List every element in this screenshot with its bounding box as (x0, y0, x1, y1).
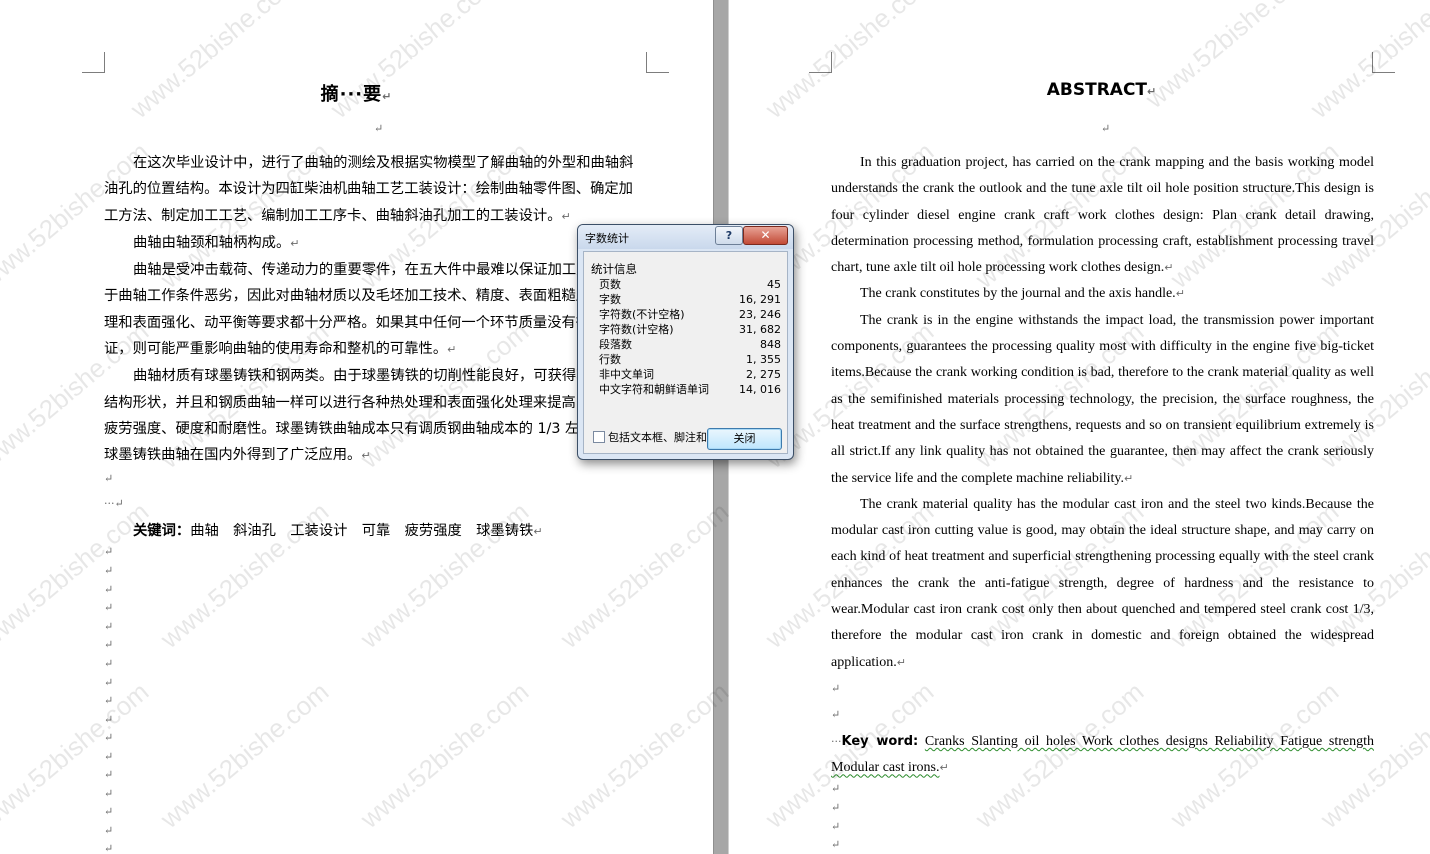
abstract-paragraph: The crank constitutes by the journal and… (860, 286, 1185, 302)
chinese-keywords[interactable]: 关键词：曲轴 斜油孔 工装设计 可靠 疲劳强度 球墨铸铁↵ (104, 518, 646, 545)
stat-row-paragraphs: 段落数 848 (599, 338, 781, 351)
stat-row-pages: 页数 45 (599, 278, 781, 291)
chinese-abstract-title: 摘···要↵ (320, 84, 393, 105)
help-button[interactable]: ? (715, 226, 743, 245)
checkbox-box[interactable] (593, 431, 605, 443)
abstract-paragraph: 曲轴由轴颈和轴柄构成。↵ (133, 234, 300, 251)
stat-row-lines: 行数 1, 355 (599, 353, 781, 366)
stat-row-words: 字数 16, 291 (599, 293, 781, 306)
close-button[interactable]: 关闭 (707, 428, 782, 450)
abstract-paragraph: The crank is in the engine withstands th… (831, 312, 1374, 486)
statistics-group-label: 统计信息 (591, 262, 637, 276)
paragraph-mark: ↵ (374, 122, 384, 135)
english-abstract-title: ABSTRACT↵ (1046, 80, 1157, 100)
chinese-abstract-body[interactable]: 在这次毕业设计中，进行了曲轴的测绘及根据实物模型了解曲轴的外型和曲轴斜油孔的位置… (104, 150, 646, 470)
abstract-paragraph: 曲轴是受冲击载荷、传递动力的重要零件，在五大件中最难以保证加工质量，由于曲轴工作… (104, 262, 634, 358)
crop-mark (1372, 52, 1395, 73)
keywords-label: 关键词： (133, 523, 191, 539)
dialog-title: 字数统计 (585, 232, 629, 245)
keywords-text: 曲轴 斜油孔 工装设计 可靠 疲劳强度 球墨铸铁 (190, 523, 534, 539)
close-icon[interactable]: ✕ (743, 226, 788, 245)
statistics-list: 页数 45 字数 16, 291 字符数(不计空格) 23, 246 字符数(计空格)… (599, 277, 781, 397)
word-count-dialog: 字数统计 ? ✕ 统计信息 页数 45 字数 16, 291 字符数(不计空格) 23… (577, 224, 794, 460)
crop-mark (82, 52, 105, 73)
keywords-label: Key word: (841, 734, 919, 749)
dialog-titlebar[interactable]: 字数统计 ? ✕ (578, 225, 793, 249)
crop-mark (646, 52, 669, 73)
stat-row-chars-no-spaces: 字符数(不计空格) 23, 246 (599, 308, 781, 321)
abstract-paragraph: 曲轴材质有球墨铸铁和钢两类。由于球墨铸铁的切削性能良好，可获得较理想的结构形状，… (104, 368, 637, 464)
abstract-paragraph: In this graduation project, has carried … (831, 155, 1374, 276)
abstract-paragraph: 在这次毕业设计中，进行了曲轴的测绘及根据实物模型了解曲轴的外型和曲轴斜油孔的位置… (104, 155, 634, 224)
english-keywords[interactable]: ···Key word: Cranks Slanting oil holes W… (831, 729, 1374, 782)
english-abstract-body[interactable]: In this graduation project, has carried … (831, 150, 1374, 676)
stat-row-non-chinese-words: 非中文单词 2, 275 (599, 368, 781, 381)
crop-mark (809, 52, 832, 73)
stat-row-chars-with-spaces: 字符数(计空格) 31, 682 (599, 323, 781, 336)
stat-row-cjk-chars: 中文字符和朝鲜语单词 14, 016 (599, 383, 781, 396)
abstract-paragraph: The crank material quality has the modul… (831, 496, 1374, 670)
dialog-body: 统计信息 页数 45 字数 16, 291 字符数(不计空格) 23, 246 字符数… (583, 251, 788, 454)
document-page-right: ABSTRACT↵ ↵ In this graduation project, … (729, 0, 1430, 854)
